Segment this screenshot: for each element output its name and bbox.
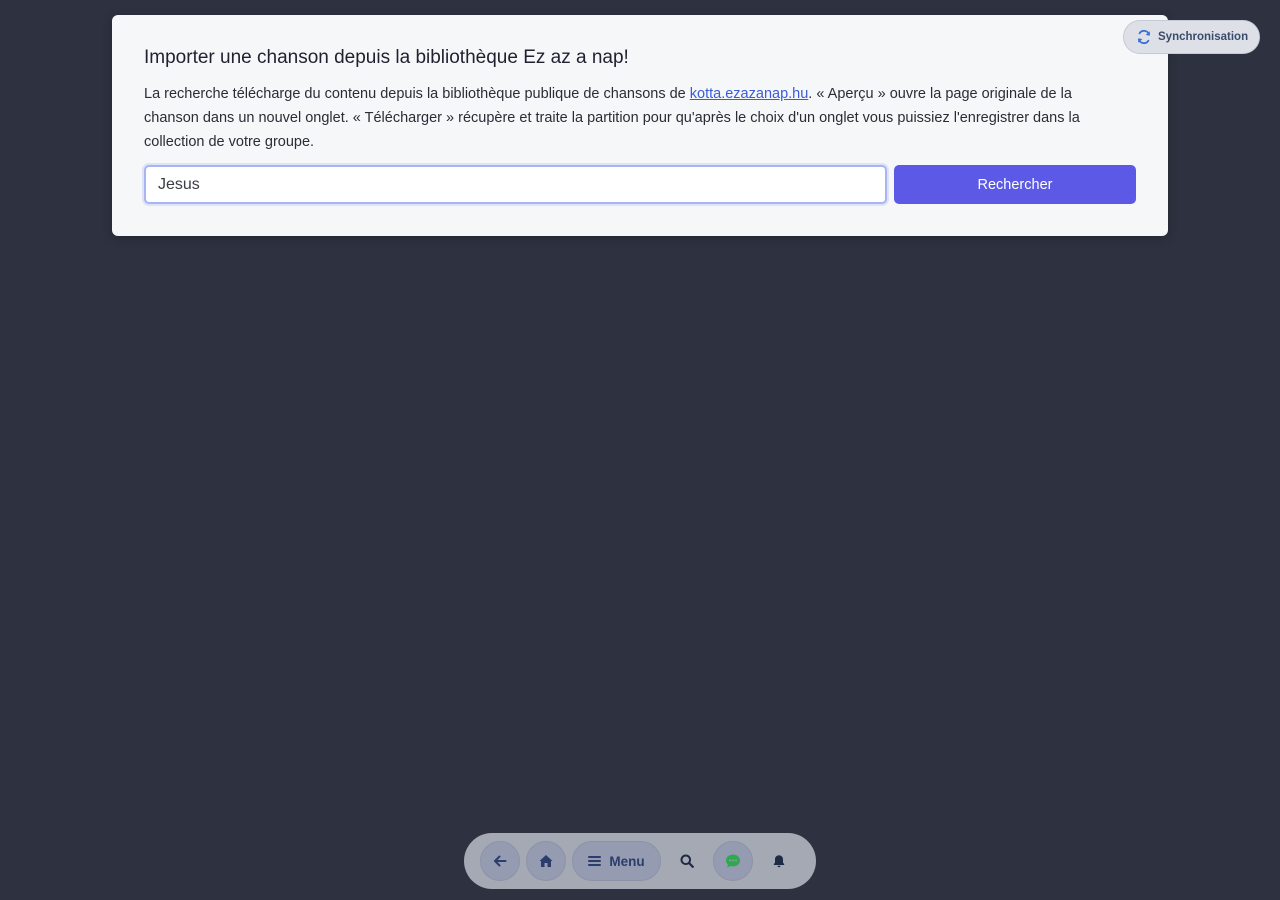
arrow-left-icon <box>493 854 507 868</box>
menu-label: Menu <box>609 853 645 869</box>
chat-icon <box>725 853 741 869</box>
home-icon <box>539 854 553 868</box>
library-link[interactable]: kotta.ezazanap.hu <box>690 86 809 102</box>
search-row: Rechercher <box>144 165 1136 204</box>
chat-button[interactable] <box>713 841 753 881</box>
dialog-description: La recherche télécharge du contenu depui… <box>144 82 1119 154</box>
search-button[interactable]: Rechercher <box>894 165 1136 204</box>
dialog-title: Importer une chanson depuis la bibliothè… <box>144 47 629 68</box>
notifications-button[interactable] <box>759 841 799 881</box>
back-button[interactable] <box>480 841 520 881</box>
description-text-start: La recherche télécharge du contenu depui… <box>144 86 690 102</box>
sync-icon <box>1136 29 1152 45</box>
home-button[interactable] <box>526 841 566 881</box>
sync-button[interactable]: Synchronisation <box>1123 20 1260 54</box>
hamburger-icon <box>588 855 602 867</box>
app-page: Importer une chanson depuis la bibliothè… <box>0 0 1280 900</box>
search-input[interactable] <box>144 165 887 204</box>
search-nav-button[interactable] <box>667 841 707 881</box>
sync-label: Synchronisation <box>1158 31 1249 43</box>
bell-icon <box>772 854 786 868</box>
import-dialog: Importer une chanson depuis la bibliothè… <box>112 15 1168 236</box>
search-icon <box>680 854 694 868</box>
menu-button[interactable]: Menu <box>572 841 661 881</box>
bottom-navigation-bar: Menu <box>464 833 816 889</box>
